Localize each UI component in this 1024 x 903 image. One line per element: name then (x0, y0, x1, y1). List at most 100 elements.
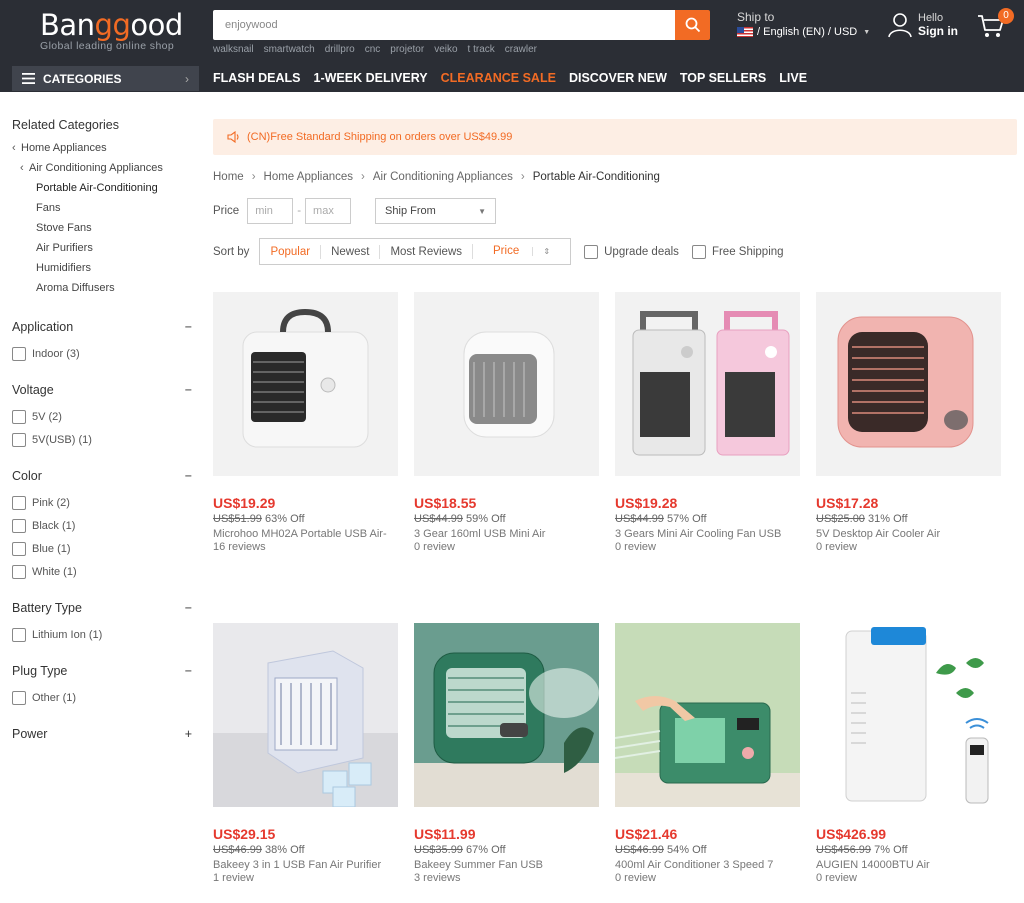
breadcrumb-air-conditioning[interactable]: Air Conditioning Appliances (373, 171, 513, 183)
product-name[interactable]: 3 Gears Mini Air Cooling Fan USB (615, 528, 800, 540)
product-reviews[interactable]: 0 review (816, 541, 1001, 553)
product-card[interactable]: US$19.29 US$51.99 63% Off Microhoo MH02A… (213, 292, 398, 553)
nav-top-sellers[interactable]: TOP SELLERS (680, 71, 766, 85)
categories-menu[interactable]: CATEGORIES › (12, 66, 199, 91)
filter-option[interactable]: Other (1) (12, 686, 192, 709)
nav-live[interactable]: LIVE (779, 71, 807, 85)
product-reviews[interactable]: 16 reviews (213, 541, 398, 553)
product-image[interactable] (816, 292, 1001, 476)
hot-word[interactable]: cnc (365, 44, 381, 55)
filter-option[interactable]: Black (1) (12, 514, 192, 537)
sort-most-reviews[interactable]: Most Reviews (379, 244, 472, 259)
hot-word[interactable]: projetor (390, 44, 424, 55)
category-air-purifiers[interactable]: Air Purifiers (12, 238, 192, 258)
nav-clearance-sale[interactable]: CLEARANCE SALE (441, 71, 556, 85)
filter-option[interactable]: Blue (1) (12, 537, 192, 560)
checkbox[interactable] (12, 690, 26, 705)
search-button[interactable] (675, 10, 710, 40)
price-min-input[interactable]: min (247, 198, 294, 224)
checkbox[interactable] (12, 409, 26, 424)
hot-word[interactable]: veiko (434, 44, 457, 55)
product-reviews[interactable]: 0 review (414, 541, 599, 553)
category-fans[interactable]: Fans (12, 198, 192, 218)
filter-option[interactable]: Indoor (3) (12, 342, 192, 365)
nav-1-week-delivery[interactable]: 1-WEEK DELIVERY (314, 71, 428, 85)
filter-option[interactable]: 5V(USB) (1) (12, 428, 192, 451)
cart-button[interactable]: 0 (976, 8, 1014, 45)
category-stove-fans[interactable]: Stove Fans (12, 218, 192, 238)
checkbox[interactable] (12, 495, 26, 510)
sign-in-link[interactable]: Sign in (918, 24, 958, 38)
checkbox[interactable] (12, 541, 26, 556)
product-name[interactable]: 400ml Air Conditioner 3 Speed 7 (615, 859, 800, 871)
product-card[interactable]: US$21.46 US$46.99 54% Off 400ml Air Cond… (615, 623, 800, 884)
sort-newest[interactable]: Newest (320, 244, 379, 259)
filter-option[interactable]: Lithium Ion (1) (12, 623, 192, 646)
product-image[interactable] (615, 623, 800, 807)
product-name[interactable]: Microhoo MH02A Portable USB Air- (213, 528, 398, 540)
product-name[interactable]: AUGIEN 14000BTU Air (816, 859, 1001, 871)
hot-word[interactable]: walksnail (213, 44, 254, 55)
nav-discover-new[interactable]: DISCOVER NEW (569, 71, 667, 85)
upgrade-deals-toggle[interactable]: Upgrade deals (584, 244, 679, 259)
facet-header[interactable]: Voltage − (12, 383, 192, 397)
product-card[interactable]: US$29.15 US$46.99 38% Off Bakeey 3 in 1 … (213, 623, 398, 884)
facet-header[interactable]: Battery Type − (12, 601, 192, 615)
product-reviews[interactable]: 0 review (615, 872, 800, 884)
sort-popular[interactable]: Popular (260, 245, 320, 259)
category-air-conditioning[interactable]: ‹ Air Conditioning Appliances (12, 158, 192, 178)
category-home-appliances[interactable]: ‹ Home Appliances (12, 138, 192, 158)
hot-word[interactable]: t track (468, 44, 495, 55)
filter-option[interactable]: Pink (2) (12, 491, 192, 514)
product-reviews[interactable]: 0 review (615, 541, 800, 553)
product-reviews[interactable]: 3 reviews (414, 872, 599, 884)
product-card[interactable]: US$426.99 US$456.99 7% Off AUGIEN 14000B… (816, 623, 1001, 884)
category-portable-air-conditioning[interactable]: Portable Air-Conditioning (12, 178, 192, 198)
checkbox[interactable] (691, 244, 706, 259)
checkbox[interactable] (584, 244, 599, 259)
checkbox[interactable] (12, 627, 26, 642)
product-image[interactable] (414, 623, 599, 807)
hot-word[interactable]: smartwatch (264, 44, 315, 55)
filter-option[interactable]: 5V (2) (12, 405, 192, 428)
facet-header[interactable]: Plug Type − (12, 664, 192, 678)
logo[interactable]: Banggood (40, 8, 183, 42)
price-max-input[interactable]: max (305, 198, 352, 224)
product-card[interactable]: US$17.28 US$25.00 31% Off 5V Desktop Air… (816, 292, 1001, 553)
checkbox[interactable] (12, 564, 26, 579)
facet-header[interactable]: Application − (12, 320, 192, 334)
checkbox[interactable] (12, 346, 26, 361)
product-reviews[interactable]: 1 review (213, 872, 398, 884)
product-name[interactable]: Bakeey 3 in 1 USB Fan Air Purifier (213, 859, 398, 871)
breadcrumb-home[interactable]: Home (213, 171, 244, 183)
search-input[interactable] (213, 10, 675, 40)
product-image[interactable] (213, 292, 398, 476)
hot-word[interactable]: crawler (505, 44, 537, 55)
breadcrumb-home-appliances[interactable]: Home Appliances (264, 171, 354, 183)
category-aroma-diffusers[interactable]: Aroma Diffusers (12, 278, 192, 298)
product-name[interactable]: Bakeey Summer Fan USB (414, 859, 599, 871)
product-image[interactable] (213, 623, 398, 807)
product-name[interactable]: 3 Gear 160ml USB Mini Air (414, 528, 599, 540)
checkbox[interactable] (12, 432, 26, 447)
free-shipping-toggle[interactable]: Free Shipping (691, 244, 784, 259)
facet-header[interactable]: Color − (12, 469, 192, 483)
product-image[interactable] (615, 292, 800, 476)
filter-option[interactable]: White (1) (12, 560, 192, 583)
product-image[interactable] (816, 623, 1001, 807)
nav-flash-deals[interactable]: FLASH DEALS (213, 71, 301, 85)
product-image[interactable] (414, 292, 599, 476)
product-card[interactable]: US$11.99 US$35.99 67% Off Bakeey Summer … (414, 623, 599, 884)
product-card[interactable]: US$19.28 US$44.99 57% Off 3 Gears Mini A… (615, 292, 800, 553)
sort-price[interactable]: Price ⇕ (472, 244, 570, 259)
ship-to-selector[interactable]: Ship to / English (EN) / USD ▼ (737, 10, 870, 38)
facet-header[interactable]: Power + (12, 727, 192, 741)
category-humidifiers[interactable]: Humidifiers (12, 258, 192, 278)
account-link[interactable]: Hello Sign in (888, 12, 958, 38)
product-reviews[interactable]: 0 review (816, 872, 1001, 884)
product-name[interactable]: 5V Desktop Air Cooler Air (816, 528, 1001, 540)
hot-word[interactable]: drillpro (325, 44, 355, 55)
product-card[interactable]: US$18.55 US$44.99 59% Off 3 Gear 160ml U… (414, 292, 599, 553)
checkbox[interactable] (12, 518, 26, 533)
ship-from-select[interactable]: Ship From ▼ (375, 198, 497, 224)
